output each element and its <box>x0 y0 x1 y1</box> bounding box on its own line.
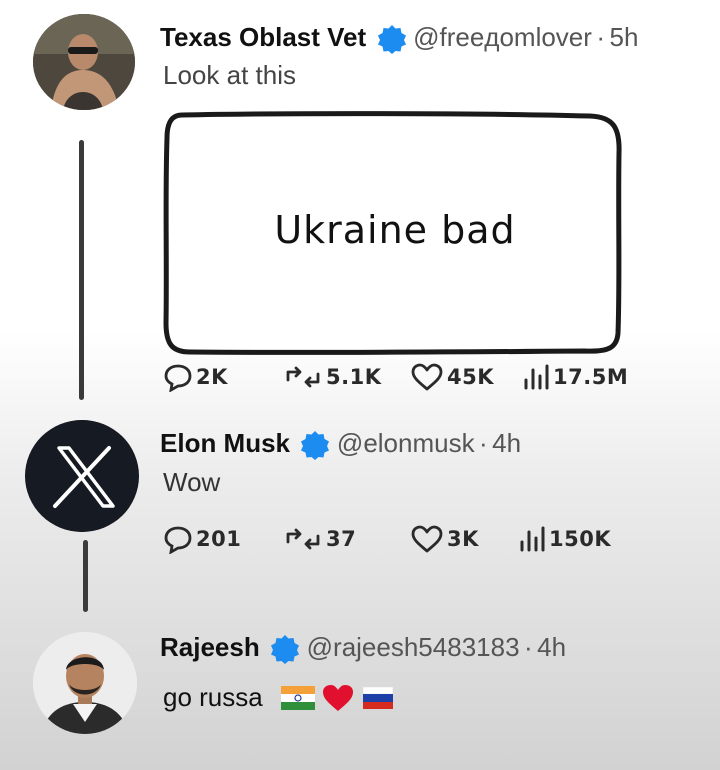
author-handle[interactable]: @rajeesh5483183 <box>307 632 520 662</box>
author-name[interactable]: Rajeesh <box>160 632 260 662</box>
heart-icon <box>322 684 353 711</box>
reply-button[interactable]: 2K <box>163 362 228 392</box>
post-text: Look at this <box>163 60 296 90</box>
avatar-elon-musk[interactable] <box>25 420 139 532</box>
avatar-texas-oblast-vet[interactable] <box>33 14 135 110</box>
views-button[interactable]: 17.5M <box>522 362 628 392</box>
views-count: 150K <box>549 527 612 551</box>
like-icon <box>411 525 443 553</box>
reply-icon <box>164 364 192 392</box>
repost-count: 37 <box>326 527 357 551</box>
post-text: Wow <box>163 467 221 497</box>
post-image[interactable]: Ukraine bad <box>160 108 630 358</box>
reply-count: 2K <box>196 365 228 389</box>
verified-badge-icon <box>300 430 330 465</box>
like-count: 3K <box>447 527 479 551</box>
thread-line <box>79 140 84 400</box>
verified-badge-icon <box>377 24 407 59</box>
avatar-rajeesh[interactable] <box>33 632 137 734</box>
x-logo-icon <box>26 420 138 532</box>
repost-button[interactable]: 5.1K <box>283 362 381 392</box>
avatar-photo <box>33 632 137 734</box>
russia-flag-icon <box>362 686 393 709</box>
like-button[interactable]: 3K <box>410 524 479 554</box>
repost-button[interactable]: 37 <box>283 524 356 554</box>
like-count: 45K <box>447 365 494 389</box>
author-handle[interactable]: @freeдomlover <box>413 22 592 52</box>
author-name[interactable]: Elon Musk <box>160 428 290 458</box>
author-name[interactable]: Texas Oblast Vet <box>160 22 366 52</box>
thread-line <box>83 540 88 612</box>
like-button[interactable]: 45K <box>410 362 494 392</box>
reply-button[interactable]: 201 <box>163 524 241 554</box>
reply-icon <box>164 526 192 554</box>
image-caption: Ukraine bad <box>274 208 516 252</box>
like-icon <box>411 363 443 391</box>
avatar-photo <box>33 14 135 110</box>
repost-icon <box>286 366 320 388</box>
post-time[interactable]: 4h <box>492 428 521 458</box>
repost-count: 5.1K <box>326 365 382 389</box>
repost-icon <box>286 528 320 550</box>
views-icon <box>524 364 549 390</box>
reply-count: 201 <box>196 527 242 551</box>
views-button[interactable]: 150K <box>518 524 611 554</box>
post-text: go russa <box>163 682 263 712</box>
author-handle[interactable]: @elonmusk <box>337 428 475 458</box>
post-time[interactable]: 5h <box>610 22 639 52</box>
views-count: 17.5M <box>553 365 629 389</box>
verified-badge-icon <box>270 634 300 669</box>
post-time[interactable]: 4h <box>537 632 566 662</box>
views-icon <box>520 526 545 552</box>
india-flag-icon <box>280 685 315 710</box>
